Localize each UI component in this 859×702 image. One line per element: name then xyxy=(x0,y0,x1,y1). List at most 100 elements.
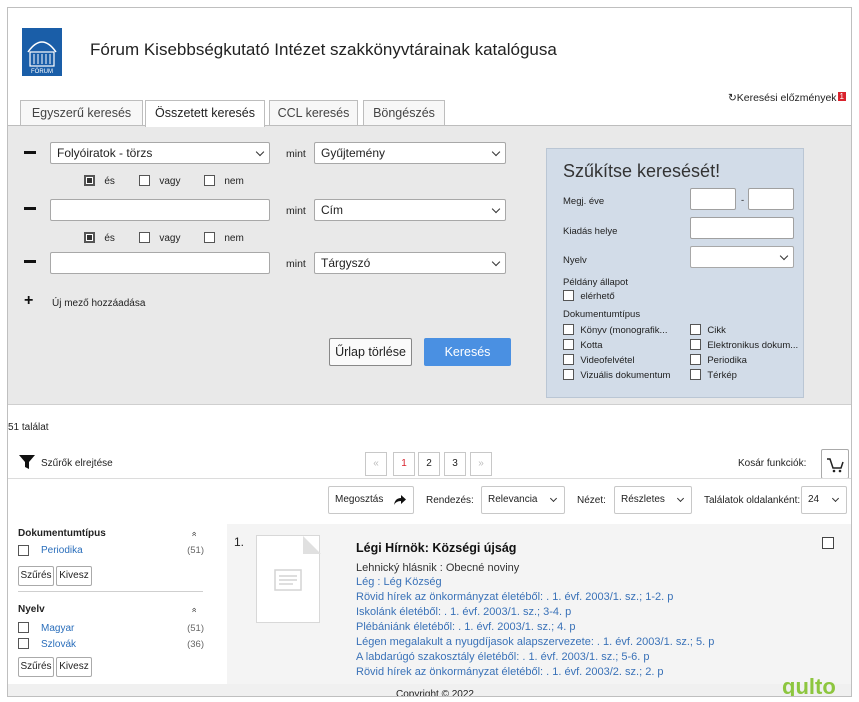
doctype-score-checkbox[interactable]: Kotta xyxy=(563,337,603,351)
forum-logo[interactable]: FÓRUM xyxy=(22,28,62,76)
year-to-input[interactable] xyxy=(748,188,794,210)
pager-page-2[interactable]: 2 xyxy=(418,452,440,476)
record-number: 1. xyxy=(234,535,245,549)
facet-language-title: Nyelv xyxy=(18,604,45,615)
remove-row-1-button[interactable] xyxy=(24,151,36,154)
facet-magyar-count: (51) xyxy=(187,623,204,634)
tab-ccl-search[interactable]: CCL keresés xyxy=(269,100,358,126)
facet-magyar-checkbox[interactable] xyxy=(18,620,29,634)
language-label: Nyelv xyxy=(563,255,587,266)
tab-advanced-search[interactable]: Összetett keresés xyxy=(145,100,265,127)
facet-magyar-link[interactable]: Magyar xyxy=(41,623,74,634)
chevron-down-icon xyxy=(491,204,501,214)
facet-language-filter-button[interactable]: Szűrés xyxy=(18,657,54,677)
checkbox-icon xyxy=(563,369,574,381)
checkbox-icon xyxy=(563,339,574,351)
share-button[interactable]: Megosztás xyxy=(328,486,414,514)
doctype-book-checkbox[interactable]: Könyv (monografik... xyxy=(563,322,667,336)
operator-or-1[interactable]: vagy xyxy=(139,173,180,187)
language-select[interactable] xyxy=(690,246,794,268)
chevron-down-icon xyxy=(676,494,685,503)
tab-simple-search[interactable]: Egyszerű keresés xyxy=(20,100,143,126)
doctype-map-checkbox[interactable]: Térkép xyxy=(690,367,737,381)
facet-szlovak-checkbox[interactable] xyxy=(18,636,29,650)
per-page-select[interactable]: 24 xyxy=(801,486,847,514)
place-label: Kiadás helye xyxy=(563,226,618,237)
chevron-down-icon xyxy=(831,494,840,503)
search-history-link[interactable]: ↻Keresési előzmények 1 xyxy=(728,92,846,104)
operator-and-1[interactable]: és xyxy=(84,173,115,187)
doctype-visual-checkbox[interactable]: Vizuális dokumentum xyxy=(563,367,670,381)
svg-text:FÓRUM: FÓRUM xyxy=(31,68,53,75)
checkbox-icon xyxy=(690,354,701,366)
checkbox-icon xyxy=(18,622,29,634)
operator-or-2[interactable]: vagy xyxy=(139,230,180,244)
record-line[interactable]: Rövid hírek az önkormányzat életéből: . … xyxy=(356,666,664,678)
checkbox-icon xyxy=(563,290,574,302)
row-2-field-select[interactable]: Cím xyxy=(314,199,506,221)
clear-form-button[interactable]: Űrlap törlése xyxy=(329,338,412,366)
filter-icon[interactable] xyxy=(18,453,36,471)
app-frame: FÓRUM Fórum Kisebbségkutató Intézet szak… xyxy=(7,7,852,697)
record-title[interactable]: Légi Hírnök: Községi újság xyxy=(356,541,516,555)
facet-periodika-link[interactable]: Periodika xyxy=(41,545,83,556)
refine-title: Szűkítse keresését! xyxy=(563,161,721,181)
copyright-text: Copyright © 2022 xyxy=(396,689,474,697)
search-button[interactable]: Keresés xyxy=(424,338,511,366)
add-field-link[interactable]: Új mező hozzáadása xyxy=(52,298,145,309)
available-checkbox[interactable]: elérhető xyxy=(563,288,615,302)
facet-szlovak-link[interactable]: Szlovák xyxy=(41,639,76,650)
results-toolbar: Megosztás Rendezés: Relevancia Nézet: Ré… xyxy=(8,478,851,520)
cart-button[interactable] xyxy=(821,449,849,479)
remove-row-2-button[interactable] xyxy=(24,207,36,210)
sort-label: Rendezés: xyxy=(426,495,474,506)
pager-next-button[interactable]: » xyxy=(470,452,492,476)
pager-prev-button[interactable]: « xyxy=(365,452,387,476)
operator-and-2[interactable]: és xyxy=(84,230,115,244)
doctype-video-checkbox[interactable]: Videofelvétel xyxy=(563,352,635,366)
record-line[interactable]: A labdarúgó szakosztály életéből: . 1. é… xyxy=(356,651,650,663)
doctype-periodical-checkbox[interactable]: Periodika xyxy=(690,352,747,366)
facet-language-remove-button[interactable]: Kivesz xyxy=(56,657,92,677)
tab-browse[interactable]: Böngészés xyxy=(363,100,445,126)
row-1-field-select[interactable]: Gyűjtemény xyxy=(314,142,506,164)
facet-doctype-remove-button[interactable]: Kivesz xyxy=(56,566,92,586)
pager-page-3[interactable]: 3 xyxy=(444,452,466,476)
hide-filters-link[interactable]: Szűrők elrejtése xyxy=(41,458,113,469)
record-thumbnail[interactable] xyxy=(256,535,321,623)
view-select[interactable]: Részletes xyxy=(614,486,692,514)
facet-periodika-checkbox[interactable] xyxy=(18,543,29,557)
row-2-text-input[interactable] xyxy=(50,199,270,221)
facet-periodika-count: (51) xyxy=(187,545,204,556)
record-line[interactable]: Rövid hírek az önkormányzat életéből: . … xyxy=(356,591,673,603)
record-line[interactable]: Lég : Lég Község xyxy=(356,576,442,588)
row-1-mint-label: mint xyxy=(286,148,306,160)
doctype-article-checkbox[interactable]: Cikk xyxy=(690,322,726,336)
year-from-input[interactable] xyxy=(690,188,736,210)
qulto-logo[interactable]: qulto xyxy=(782,674,836,696)
record-line[interactable]: Légen megalakult a nyugdíjasok alapszerv… xyxy=(356,636,714,648)
record-line[interactable]: Plébániánk életéből: . 1. évf. 2003/1. s… xyxy=(356,621,576,633)
row-3-text-input[interactable] xyxy=(50,252,270,274)
row-3-mint-label: mint xyxy=(286,258,306,270)
sort-select[interactable]: Relevancia xyxy=(481,486,565,514)
doctype-electronic-checkbox[interactable]: Elektronikus dokum... xyxy=(690,337,798,351)
cart-icon xyxy=(827,458,844,473)
row-3-field-select[interactable]: Tárgyszó xyxy=(314,252,506,274)
record-line[interactable]: Iskolánk életéből: . 1. évf. 2003/1. sz.… xyxy=(356,606,571,618)
remove-row-3-button[interactable] xyxy=(24,260,36,263)
checkbox-icon xyxy=(139,232,150,244)
row-1-value-select[interactable]: Folyóiratok - törzs xyxy=(50,142,270,164)
collapse-caret-icon[interactable]: » xyxy=(189,531,199,536)
pager-page-1[interactable]: 1 xyxy=(393,452,415,476)
collapse-caret-icon[interactable]: » xyxy=(189,607,199,612)
facet-doctype-filter-button[interactable]: Szűrés xyxy=(18,566,54,586)
plus-icon[interactable]: + xyxy=(24,292,33,310)
record-select-checkbox[interactable] xyxy=(822,537,834,549)
place-input[interactable] xyxy=(690,217,794,239)
history-icon: ↻ xyxy=(727,92,737,104)
operator-not-1[interactable]: nem xyxy=(204,173,244,187)
row-2-mint-label: mint xyxy=(286,205,306,217)
operator-not-2[interactable]: nem xyxy=(204,230,244,244)
search-panel: Folyóiratok - törzs mint Gyűjtemény és v… xyxy=(8,125,851,405)
